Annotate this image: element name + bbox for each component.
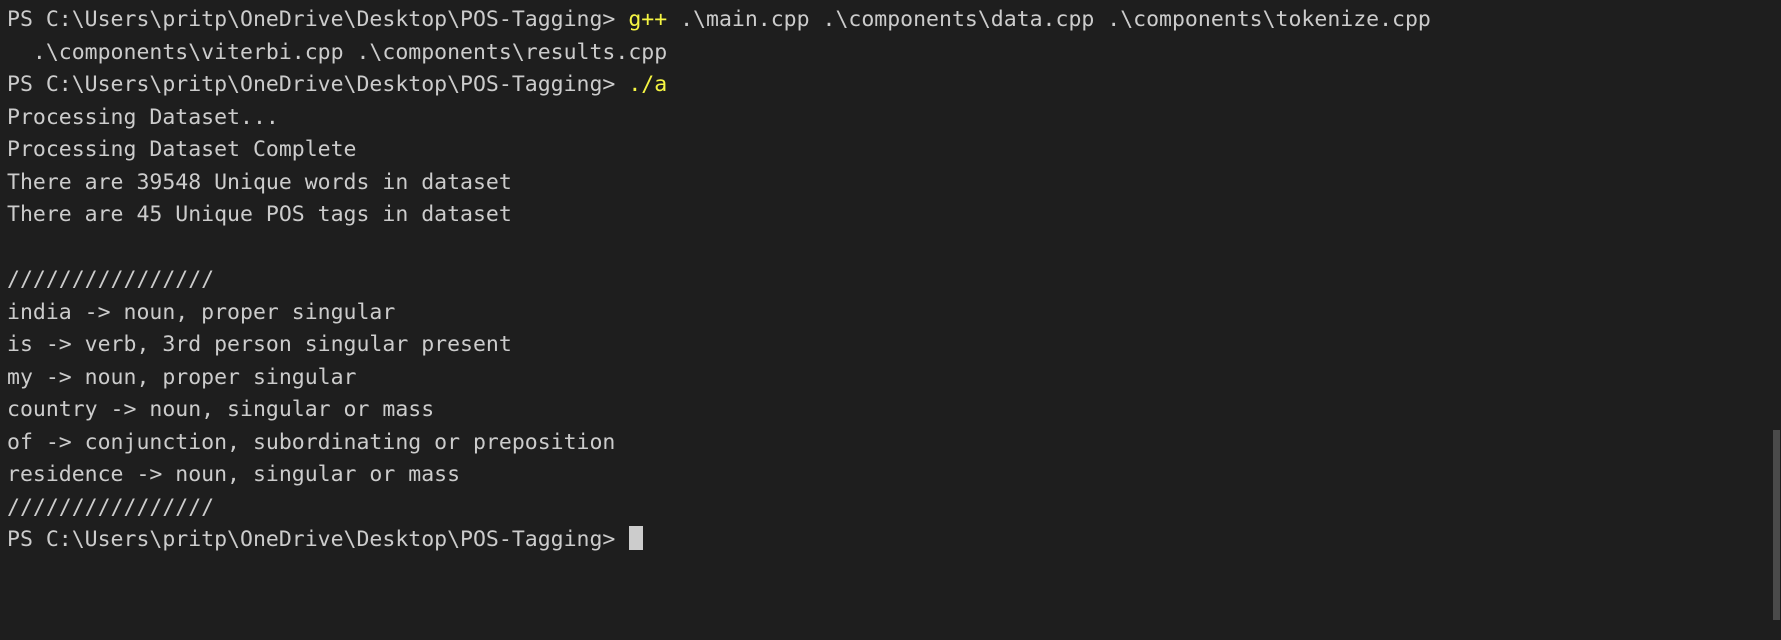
terminal-line-divider-bottom: //////////////// <box>0 492 1781 525</box>
output-text: There are 39548 Unique words in dataset <box>7 169 512 195</box>
terminal-line-output: Processing Dataset... <box>0 102 1781 135</box>
terminal-line-tagged-token: country -> noun, singular or mass <box>0 394 1781 427</box>
output-text: Processing Dataset... <box>7 104 279 130</box>
output-text: Processing Dataset Complete <box>7 137 357 162</box>
terminal-window[interactable]: PS C:\Users\pritp\OneDrive\Desktop\POS-T… <box>0 0 1781 640</box>
terminal-line-divider-top: //////////////// <box>0 264 1781 297</box>
shell-prompt: PS C:\Users\pritp\OneDrive\Desktop\POS-T… <box>7 72 629 97</box>
terminal-line-run-command: PS C:\Users\pritp\OneDrive\Desktop\POS-T… <box>0 69 1781 102</box>
scrollbar-track[interactable] <box>1772 0 1781 640</box>
output-text: country -> noun, singular or mass <box>7 397 435 422</box>
terminal-line-tagged-token: of -> conjunction, subordinating or prep… <box>0 427 1781 460</box>
output-text: There are 45 Unique POS tags in dataset <box>7 202 512 227</box>
command-name: g++ <box>628 7 668 32</box>
terminal-line-compile-command: PS C:\Users\pritp\OneDrive\Desktop\POS-T… <box>0 4 1781 37</box>
command-arguments-continued: .\components\viterbi.cpp .\components\re… <box>7 39 668 65</box>
terminal-line-output: There are 39548 Unique words in dataset <box>0 167 1781 200</box>
terminal-line-compile-command-continued: .\components\viterbi.cpp .\components\re… <box>0 37 1781 70</box>
terminal-line-output: Processing Dataset Complete <box>0 134 1781 167</box>
divider-text: //////////////// <box>7 267 215 292</box>
terminal-line-tagged-token: india -> noun, proper singular <box>0 297 1781 330</box>
terminal-line-tagged-token: my -> noun, proper singular <box>0 362 1781 395</box>
text-cursor <box>629 526 644 550</box>
command-name: ./a <box>628 72 668 97</box>
terminal-line-output: There are 45 Unique POS tags in dataset <box>0 199 1781 232</box>
command-arguments: .\main.cpp .\components\data.cpp .\compo… <box>667 7 1431 32</box>
terminal-line-tagged-token: is -> verb, 3rd person singular present <box>0 329 1781 362</box>
terminal-line-tagged-token: residence -> noun, singular or mass <box>0 459 1781 492</box>
output-text: is -> verb, 3rd person singular present <box>7 332 512 357</box>
output-text: my -> noun, proper singular <box>7 364 357 390</box>
scrollbar-thumb[interactable] <box>1773 430 1780 620</box>
output-text: india -> noun, proper singular <box>7 299 396 325</box>
divider-text: //////////////// <box>7 494 215 520</box>
terminal-line-active-prompt[interactable]: PS C:\Users\pritp\OneDrive\Desktop\POS-T… <box>0 524 1781 557</box>
shell-prompt: PS C:\Users\pritp\OneDrive\Desktop\POS-T… <box>7 7 629 32</box>
output-text: residence -> noun, singular or mass <box>7 462 461 487</box>
output-text: of -> conjunction, subordinating or prep… <box>7 429 616 455</box>
shell-prompt: PS C:\Users\pritp\OneDrive\Desktop\POS-T… <box>7 527 629 552</box>
